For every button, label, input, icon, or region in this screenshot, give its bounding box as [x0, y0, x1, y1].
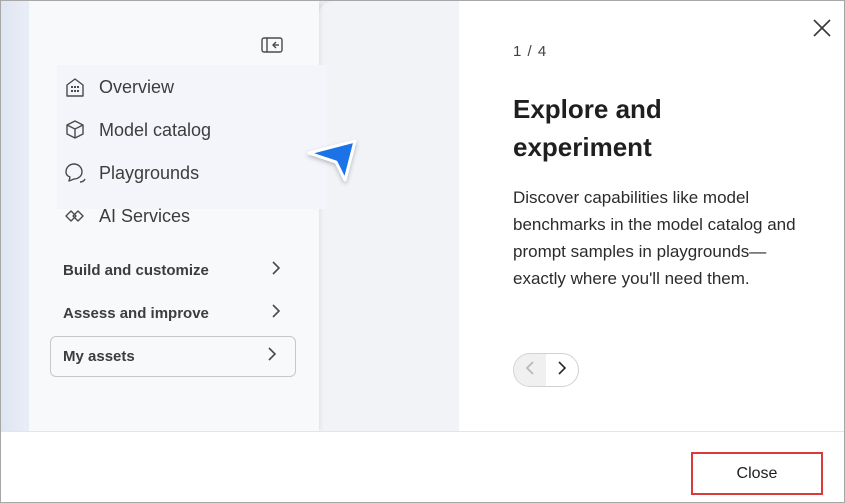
next-button[interactable] [546, 354, 578, 386]
chevron-right-icon [271, 260, 281, 281]
chevron-left-icon [525, 360, 535, 381]
chevron-right-icon [557, 360, 567, 381]
link-icon [63, 204, 87, 228]
illustration-content-pane [319, 1, 459, 432]
chevron-right-icon [271, 303, 281, 324]
close-button[interactable]: Close [691, 452, 823, 495]
chevron-right-icon [267, 346, 277, 367]
close-icon[interactable] [811, 17, 833, 39]
cube-icon [63, 118, 87, 142]
nav-item-ai-services: AI Services [63, 201, 190, 231]
chat-icon [63, 161, 87, 185]
nav-group-label: Assess and improve [63, 304, 209, 322]
nav-item-label: Playgrounds [99, 162, 200, 183]
nav-item-label: Model catalog [99, 119, 212, 140]
illustration-edge [1, 1, 29, 432]
nav-group-build: Build and customize [63, 257, 281, 283]
nav-group-label: Build and customize [63, 261, 209, 279]
dialog-heading: Explore and experiment [513, 94, 662, 162]
footer-divider [1, 431, 844, 432]
illustration-nav-panel: Overview Model catalog Playgrounds AI Se… [29, 1, 327, 432]
nav-item-model-catalog: Model catalog [63, 115, 211, 145]
building-icon [63, 75, 87, 99]
nav-item-overview: Overview [63, 72, 174, 102]
step-counter: 1 / 4 [513, 43, 548, 60]
previous-button[interactable] [514, 354, 546, 386]
nav-item-label: Overview [99, 76, 175, 97]
collapse-panel-icon [261, 37, 283, 53]
pointer-arrow-icon [303, 133, 365, 187]
nav-item-label: AI Services [99, 205, 191, 226]
onboarding-dialog: Overview Model catalog Playgrounds AI Se… [0, 0, 845, 503]
nav-group-assess: Assess and improve [63, 300, 281, 326]
pager-control [513, 353, 579, 387]
nav-item-playgrounds: Playgrounds [63, 158, 199, 188]
dialog-description: Discover capabilities like model benchma… [513, 188, 796, 288]
my-assets-button: My assets [50, 336, 296, 377]
feature-illustration: Overview Model catalog Playgrounds AI Se… [1, 1, 459, 432]
my-assets-label: My assets [63, 348, 135, 365]
